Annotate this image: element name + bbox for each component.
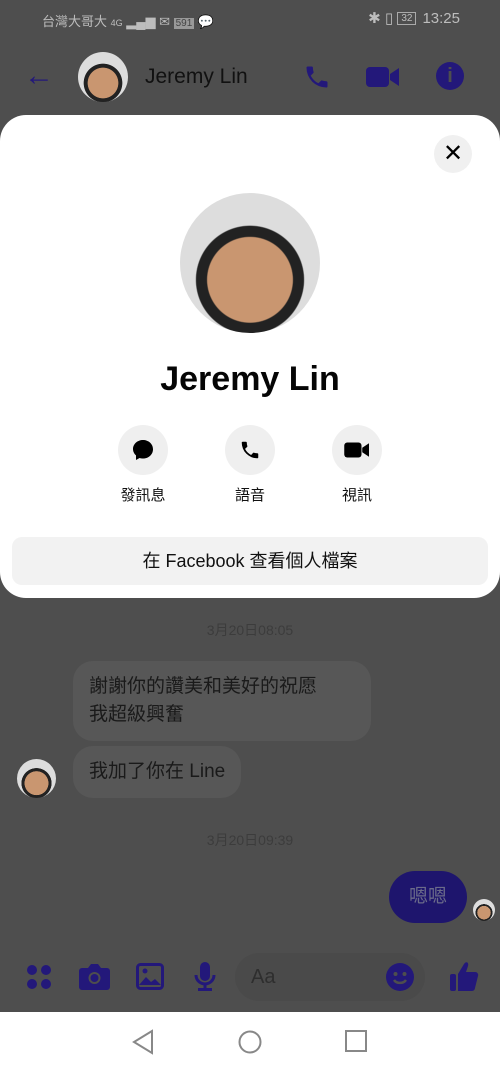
avatar[interactable] bbox=[78, 52, 128, 102]
phone-icon bbox=[241, 441, 259, 459]
voice-call-action[interactable]: 語音 bbox=[210, 425, 290, 505]
message-icon bbox=[133, 440, 153, 460]
camera-icon[interactable] bbox=[79, 963, 110, 990]
video-icon bbox=[344, 442, 369, 458]
sent-message[interactable]: 嗯嗯 bbox=[389, 871, 467, 923]
more-apps-icon[interactable] bbox=[26, 964, 52, 990]
view-facebook-profile-button[interactable]: 在 Facebook 查看個人檔案 bbox=[12, 537, 488, 585]
video-icon[interactable] bbox=[366, 65, 400, 89]
notif-badge: 591 bbox=[173, 18, 195, 29]
gallery-icon[interactable] bbox=[136, 963, 164, 990]
home-nav-icon[interactable] bbox=[238, 1030, 262, 1054]
phone-icon[interactable] bbox=[303, 63, 331, 91]
contact-avatar bbox=[17, 759, 56, 798]
profile-photo bbox=[180, 193, 320, 333]
network-indicator: 4G bbox=[110, 18, 123, 28]
back-nav-icon[interactable] bbox=[132, 1029, 154, 1055]
video-call-action[interactable]: 視訊 bbox=[317, 425, 397, 505]
carrier: 台灣大哥大 bbox=[42, 14, 108, 29]
back-arrow-icon[interactable]: ← bbox=[24, 59, 54, 93]
info-icon[interactable]: i bbox=[436, 62, 464, 90]
message-action[interactable]: 發訊息 bbox=[103, 425, 183, 505]
system-nav-bar bbox=[0, 1012, 500, 1070]
microphone-icon[interactable] bbox=[194, 962, 216, 992]
clock: 13:25 bbox=[422, 10, 460, 27]
timestamp: 3月20日08:05 bbox=[206, 622, 294, 638]
chat-header: ← Jeremy Lin i bbox=[0, 45, 500, 109]
read-receipt-avatar bbox=[473, 899, 495, 921]
close-button[interactable]: ✕ bbox=[434, 135, 472, 173]
profile-name: Jeremy Lin bbox=[160, 360, 340, 398]
status-bar: 台灣大哥大 4G ▂▄▆ ✉ 591 💬 ✱ ▯ 32 13:25 bbox=[42, 10, 460, 29]
emoji-icon[interactable] bbox=[386, 963, 414, 991]
received-message[interactable]: 謝謝你的讚美和美好的祝愿 我超級興奮 bbox=[73, 661, 371, 741]
profile-modal: ✕ Jeremy Lin 發訊息 語音 視訊 在 Facebook 查看個人檔案 bbox=[0, 115, 500, 598]
voice-label: 語音 bbox=[234, 487, 265, 504]
message-label: 發訊息 bbox=[120, 487, 166, 504]
timestamp: 3月20日09:39 bbox=[206, 832, 294, 848]
battery: 32 bbox=[397, 12, 417, 25]
thumbs-up-icon[interactable] bbox=[450, 961, 479, 991]
received-message[interactable]: 我加了你在 Line bbox=[73, 746, 242, 798]
recents-nav-icon[interactable] bbox=[345, 1030, 367, 1052]
close-icon: ✕ bbox=[442, 140, 464, 167]
video-label: 視訊 bbox=[341, 487, 372, 504]
contact-name[interactable]: Jeremy Lin bbox=[145, 65, 248, 89]
